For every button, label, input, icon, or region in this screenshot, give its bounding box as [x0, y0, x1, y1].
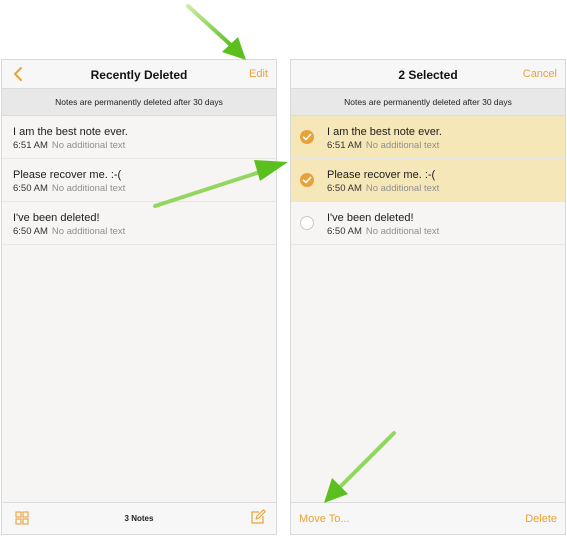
- page-title: Recently Deleted: [90, 68, 188, 82]
- note-subtitle: No additional text: [51, 226, 126, 237]
- note-meta: 6:50 AM No additional text: [327, 226, 439, 237]
- note-meta: 6:50 AM No additional text: [327, 183, 439, 194]
- right-phone-screen: 2 Selected Cancel Notes are permanently …: [290, 59, 566, 535]
- right-toolbar: Move To... Delete: [291, 502, 565, 534]
- note-time: 6:50 AM: [13, 226, 48, 237]
- note-row[interactable]: I am the best note ever. 6:51 AM No addit…: [2, 116, 276, 159]
- empty-circle-icon[interactable]: [300, 216, 314, 230]
- left-phone-screen: Recently Deleted Edit Notes are permanen…: [1, 59, 277, 535]
- left-navbar: Recently Deleted Edit: [2, 60, 276, 88]
- delete-button[interactable]: Delete: [525, 513, 557, 525]
- right-navbar: 2 Selected Cancel: [291, 60, 565, 88]
- note-title: Please recover me. :-(: [327, 169, 436, 181]
- deleted-notes-list: I am the best note ever. 6:51 AM No addit…: [2, 116, 276, 245]
- note-title: I've been deleted!: [13, 212, 100, 224]
- deletion-notice: Notes are permanently deleted after 30 d…: [291, 88, 565, 116]
- note-time: 6:51 AM: [13, 140, 48, 151]
- screenshot-stage: Recently Deleted Edit Notes are permanen…: [0, 0, 567, 536]
- note-meta: 6:51 AM No additional text: [327, 140, 439, 151]
- cancel-button[interactable]: Cancel: [523, 68, 557, 80]
- note-subtitle: No additional text: [51, 140, 126, 151]
- note-row-selected[interactable]: Please recover me. :-( 6:50 AM No additio…: [291, 159, 565, 202]
- left-toolbar: 3 Notes: [2, 502, 276, 534]
- note-time: 6:50 AM: [13, 183, 48, 194]
- checkmark-selected-icon[interactable]: [300, 173, 314, 187]
- note-title: I am the best note ever.: [13, 126, 128, 138]
- checkmark-selected-icon[interactable]: [300, 130, 314, 144]
- note-subtitle: No additional text: [51, 183, 126, 194]
- note-title: I've been deleted!: [327, 212, 414, 224]
- note-subtitle: No additional text: [365, 140, 440, 151]
- note-title: Please recover me. :-(: [13, 169, 122, 181]
- compose-icon[interactable]: [250, 509, 266, 525]
- note-subtitle: No additional text: [365, 183, 440, 194]
- arrow-to-edit-icon: [186, 4, 246, 60]
- edit-button[interactable]: Edit: [249, 68, 268, 80]
- note-time: 6:50 AM: [327, 226, 362, 237]
- note-count: 3 Notes: [124, 514, 154, 523]
- move-to-button[interactable]: Move To...: [299, 513, 350, 525]
- selectable-notes-list: I am the best note ever. 6:51 AM No addit…: [291, 116, 565, 245]
- note-row[interactable]: Please recover me. :-( 6:50 AM No additio…: [2, 159, 276, 202]
- note-row-selected[interactable]: I am the best note ever. 6:51 AM No addit…: [291, 116, 565, 159]
- note-time: 6:51 AM: [327, 140, 362, 151]
- note-meta: 6:50 AM No additional text: [13, 226, 125, 237]
- note-meta: 6:51 AM No additional text: [13, 140, 125, 151]
- note-meta: 6:50 AM No additional text: [13, 183, 125, 194]
- note-subtitle: No additional text: [365, 226, 440, 237]
- note-time: 6:50 AM: [327, 183, 362, 194]
- note-row[interactable]: I've been deleted! 6:50 AM No additional …: [291, 202, 565, 245]
- note-row[interactable]: I've been deleted! 6:50 AM No additional …: [2, 202, 276, 245]
- note-title: I am the best note ever.: [327, 126, 442, 138]
- deletion-notice: Notes are permanently deleted after 30 d…: [2, 88, 276, 116]
